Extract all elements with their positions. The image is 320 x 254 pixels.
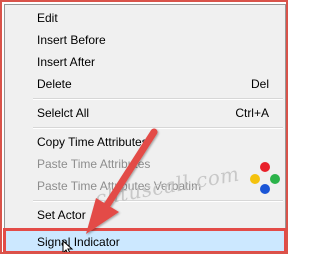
red-dot-icon [260,162,270,172]
colored-dots-icon [250,162,280,198]
menu-item-label: Signal Indicator [37,235,120,249]
menu-separator [33,200,283,202]
context-menu: Edit Insert Before Insert After Delete D… [3,4,286,252]
menu-item-select-all[interactable]: Selelct All Ctrl+A [5,102,285,124]
menu-item-paste-time-attributes-verbatim[interactable]: Paste Time Attributes Verbatim [5,175,285,197]
green-dot-icon [270,174,280,184]
menu-item-label: Copy Time Attributes [37,135,148,149]
menu-item-edit[interactable]: Edit [5,7,285,29]
menu-item-delete[interactable]: Delete Del [5,73,285,95]
menu-item-label: Insert After [37,55,96,69]
menu-separator [33,127,283,129]
screenshot-frame: Edit Insert Before Insert After Delete D… [0,0,288,254]
blue-dot-icon [260,184,270,194]
menu-item-insert-before[interactable]: Insert Before [5,29,285,51]
menu-item-label: Paste Time Attributes [37,157,151,171]
menu-item-shortcut: Del [250,77,269,91]
mouse-cursor-icon [62,240,74,252]
menu-item-label: Insert Before [37,33,106,47]
menu-separator [33,98,283,100]
menu-item-set-actor[interactable]: Set Actor [5,204,285,226]
menu-item-label: Paste Time Attributes Verbatim [37,179,202,193]
menu-item-shortcut: Ctrl+A [235,106,269,120]
menu-item-paste-time-attributes[interactable]: Paste Time Attributes [5,153,285,175]
menu-item-signal-indicator[interactable]: Signal Indicator [3,228,286,252]
menu-item-copy-time-attributes[interactable]: Copy Time Attributes [5,131,285,153]
yellow-dot-icon [250,174,260,184]
menu-item-label: Edit [37,11,58,25]
menu-item-label: Set Actor [37,208,86,222]
menu-item-label: Selelct All [37,106,90,120]
menu-item-label: Delete [37,77,72,91]
menu-item-insert-after[interactable]: Insert After [5,51,285,73]
